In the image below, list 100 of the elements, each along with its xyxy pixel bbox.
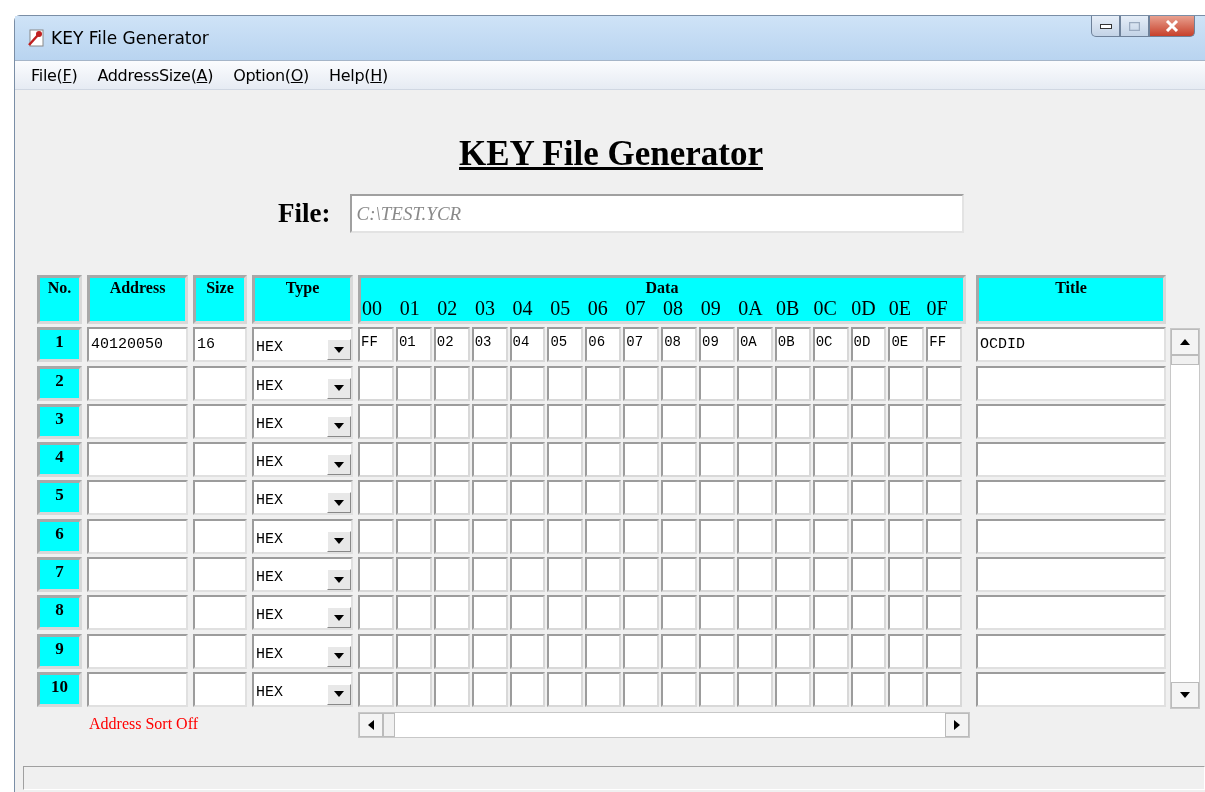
data-field[interactable] (509, 633, 546, 669)
data-field[interactable] (395, 442, 432, 478)
data-field[interactable] (774, 671, 811, 707)
data-field[interactable] (433, 595, 470, 631)
data-field[interactable]: 06 (585, 327, 622, 363)
data-field[interactable] (812, 671, 849, 707)
title-field[interactable] (976, 365, 1166, 401)
data-field[interactable]: 04 (509, 327, 546, 363)
data-field[interactable] (774, 557, 811, 593)
data-field[interactable] (395, 403, 432, 439)
data-field[interactable] (888, 365, 925, 401)
title-field[interactable] (976, 671, 1166, 707)
data-field[interactable] (850, 595, 887, 631)
data-field[interactable] (358, 403, 394, 439)
data-field[interactable] (812, 442, 849, 478)
data-field[interactable] (433, 557, 470, 593)
horizontal-scrollbar[interactable] (358, 712, 970, 739)
data-field[interactable] (888, 480, 925, 516)
size-field[interactable] (193, 671, 247, 707)
data-field[interactable] (395, 557, 432, 593)
title-field[interactable]: OCDID (976, 327, 1166, 363)
title-field[interactable] (976, 480, 1166, 516)
data-field[interactable] (395, 671, 432, 707)
address-field[interactable] (87, 518, 188, 554)
data-field[interactable] (509, 480, 546, 516)
data-field[interactable] (433, 518, 470, 554)
address-field[interactable] (87, 633, 188, 669)
data-field[interactable] (471, 403, 508, 439)
data-field[interactable] (509, 518, 546, 554)
data-field[interactable] (433, 442, 470, 478)
data-field[interactable] (699, 480, 735, 516)
data-field[interactable] (509, 442, 546, 478)
data-field[interactable] (547, 518, 584, 554)
data-field[interactable] (812, 633, 849, 669)
data-field[interactable] (736, 595, 773, 631)
data-field[interactable] (547, 595, 584, 631)
data-field[interactable] (395, 633, 432, 669)
address-field[interactable] (87, 403, 188, 439)
data-field[interactable] (585, 518, 622, 554)
type-dropdown[interactable]: HEX (252, 557, 353, 593)
title-field[interactable] (976, 518, 1166, 554)
data-field[interactable] (774, 442, 811, 478)
data-field[interactable] (736, 557, 773, 593)
data-field[interactable] (433, 365, 470, 401)
data-field[interactable] (471, 518, 508, 554)
type-dropdown[interactable]: HEX (252, 480, 353, 516)
data-field[interactable] (850, 442, 887, 478)
data-field[interactable] (509, 403, 546, 439)
data-field[interactable] (623, 480, 660, 516)
data-field[interactable] (661, 365, 697, 401)
menu-item[interactable]: Option(O) (233, 65, 309, 85)
scroll-thumb[interactable] (1171, 355, 1199, 365)
data-field[interactable] (547, 442, 584, 478)
data-field[interactable] (509, 595, 546, 631)
data-field[interactable] (661, 557, 697, 593)
data-field[interactable] (888, 595, 925, 631)
address-field[interactable] (87, 442, 188, 478)
menu-item[interactable]: File(F) (31, 65, 78, 85)
data-field[interactable] (585, 442, 622, 478)
data-field[interactable] (812, 480, 849, 516)
data-field[interactable] (812, 557, 849, 593)
data-field[interactable] (736, 442, 773, 478)
type-dropdown[interactable]: HEX (252, 403, 353, 439)
data-field[interactable] (699, 365, 735, 401)
data-field[interactable] (471, 480, 508, 516)
data-field[interactable] (585, 365, 622, 401)
size-field[interactable]: 16 (193, 327, 247, 363)
data-field[interactable] (661, 480, 697, 516)
type-dropdown[interactable]: HEX (252, 595, 353, 631)
data-field[interactable] (774, 480, 811, 516)
data-field[interactable] (736, 480, 773, 516)
close-button[interactable] (1149, 16, 1195, 37)
data-field[interactable] (585, 633, 622, 669)
size-field[interactable] (193, 557, 247, 593)
data-field[interactable] (547, 633, 584, 669)
data-field[interactable] (736, 403, 773, 439)
data-field[interactable] (623, 633, 660, 669)
data-field[interactable] (661, 403, 697, 439)
data-field[interactable] (699, 557, 735, 593)
size-field[interactable] (193, 480, 247, 516)
data-field[interactable] (395, 518, 432, 554)
data-field[interactable]: FF (358, 327, 394, 363)
scroll-thumb[interactable] (383, 713, 395, 738)
data-field[interactable]: 0D (850, 327, 887, 363)
data-field[interactable] (661, 671, 697, 707)
title-field[interactable] (976, 403, 1166, 439)
data-field[interactable] (736, 365, 773, 401)
address-field[interactable] (87, 365, 188, 401)
data-field[interactable] (850, 480, 887, 516)
data-field[interactable] (926, 671, 963, 707)
data-field[interactable] (699, 403, 735, 439)
data-field[interactable]: 07 (623, 327, 660, 363)
data-field[interactable] (358, 595, 394, 631)
data-field[interactable] (433, 403, 470, 439)
data-field[interactable] (850, 403, 887, 439)
data-field[interactable]: 0E (888, 327, 925, 363)
data-field[interactable] (585, 403, 622, 439)
data-field[interactable] (926, 442, 963, 478)
address-field[interactable] (87, 480, 188, 516)
data-field[interactable] (661, 633, 697, 669)
